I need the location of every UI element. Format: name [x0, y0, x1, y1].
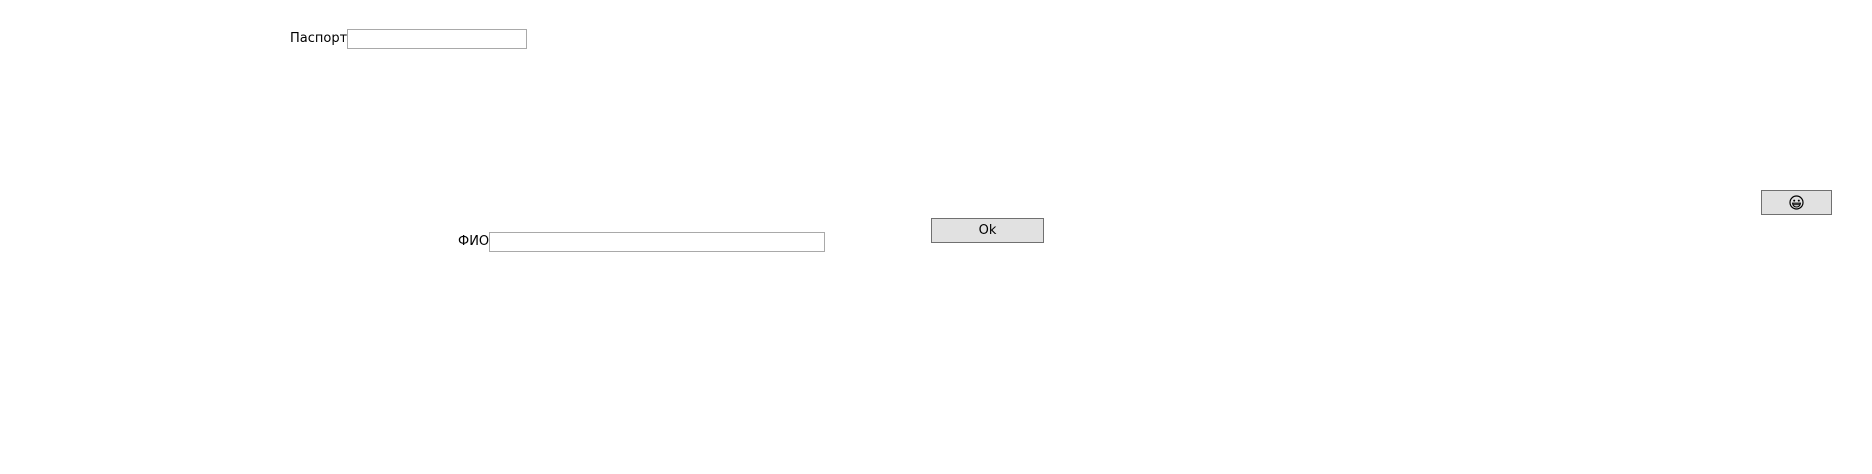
- passport-label: Паспорт: [290, 31, 348, 46]
- passport-input[interactable]: [347, 29, 528, 49]
- ok-button-label: Ok: [978, 223, 997, 238]
- fio-label: ФИО: [458, 234, 490, 249]
- app-window: Паспорт ФИО Ok: [0, 0, 1872, 474]
- grinning-face-icon: [1789, 195, 1804, 210]
- emoji-button[interactable]: [1761, 190, 1832, 215]
- ok-button[interactable]: Ok: [931, 218, 1044, 243]
- fio-input[interactable]: [489, 232, 826, 252]
- passport-field-row: Паспорт: [290, 29, 528, 49]
- fio-field-row: ФИО: [458, 232, 826, 252]
